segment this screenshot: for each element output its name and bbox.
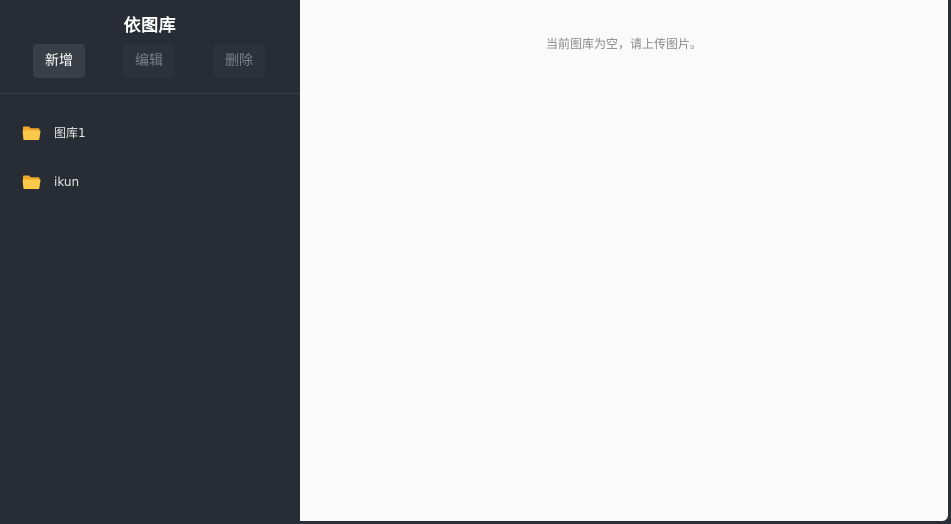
- sidebar-header: 依图库 新增 编辑 删除: [0, 0, 300, 94]
- gallery-label: ikun: [54, 175, 80, 189]
- app-window: 依图库 新增 编辑 删除 图库1 ikun 当前图库为空，请上传图片。: [0, 0, 951, 524]
- main-content: 当前图库为空，请上传图片。: [300, 0, 948, 521]
- gallery-label: 图库1: [54, 126, 86, 140]
- gallery-list: 图库1 ikun: [0, 108, 300, 206]
- folder-icon: [22, 175, 41, 189]
- app-title: 依图库: [123, 16, 177, 36]
- toolbar: 新增 编辑 删除: [33, 44, 265, 78]
- gallery-item[interactable]: ikun: [0, 157, 300, 206]
- add-button[interactable]: 新增: [33, 44, 85, 78]
- sidebar: 依图库 新增 编辑 删除 图库1 ikun: [0, 0, 300, 524]
- edit-button[interactable]: 编辑: [123, 44, 175, 78]
- folder-icon: [22, 126, 41, 140]
- empty-state-message: 当前图库为空，请上传图片。: [545, 37, 702, 51]
- delete-button[interactable]: 删除: [213, 44, 265, 78]
- gallery-item[interactable]: 图库1: [0, 108, 300, 157]
